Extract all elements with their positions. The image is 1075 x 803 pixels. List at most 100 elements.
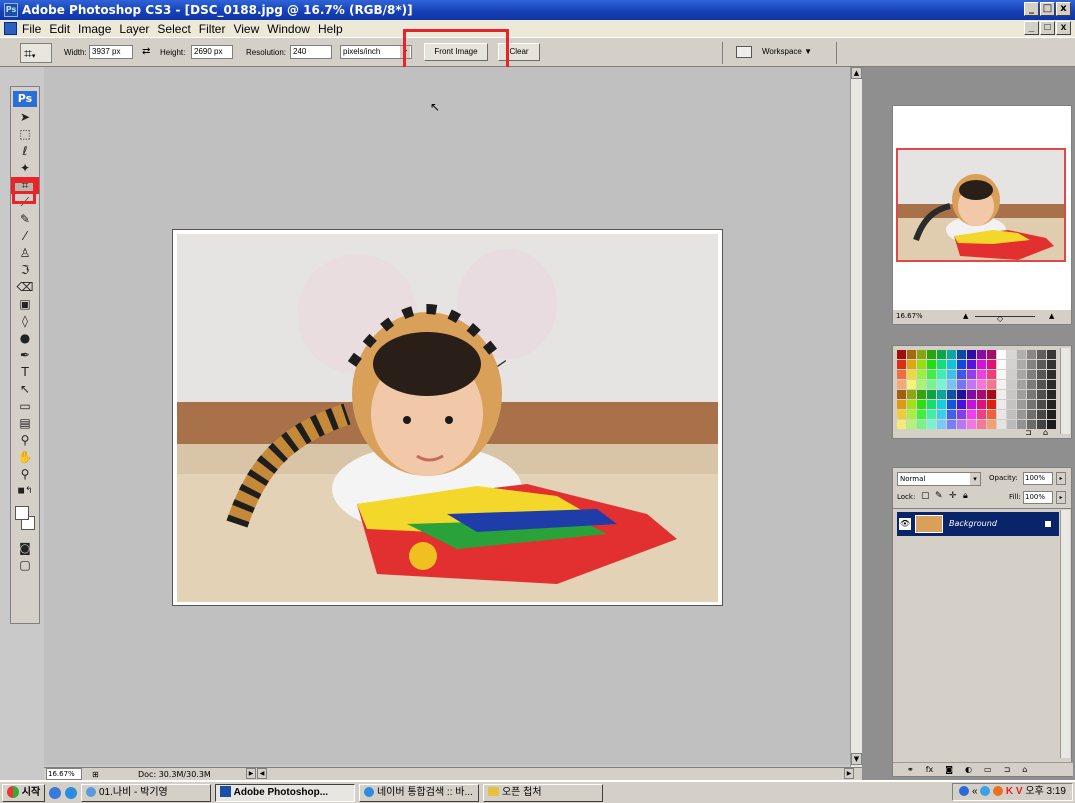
color-swatch[interactable] xyxy=(917,360,926,369)
document-canvas[interactable] xyxy=(172,229,723,606)
color-swatch[interactable] xyxy=(1037,390,1046,399)
color-swatch[interactable] xyxy=(1007,390,1016,399)
link-layers-icon[interactable]: ⚭ xyxy=(907,763,914,776)
minimize-button[interactable]: _ xyxy=(1024,2,1039,16)
palette-well-icon[interactable] xyxy=(736,46,752,58)
color-swatch[interactable] xyxy=(1027,380,1036,389)
color-swatch[interactable] xyxy=(1017,380,1026,389)
color-swatch[interactable] xyxy=(897,420,906,429)
color-swatch[interactable] xyxy=(1027,390,1036,399)
color-swatch[interactable] xyxy=(917,390,926,399)
navigator-view-box[interactable] xyxy=(896,148,1066,262)
healing-brush-tool-icon[interactable]: ✎ xyxy=(11,211,39,228)
color-swatch[interactable] xyxy=(1047,380,1056,389)
color-swatch[interactable] xyxy=(897,390,906,399)
workspace-menu[interactable]: Workspace ▼ xyxy=(762,47,812,56)
tray-expand-icon[interactable]: « xyxy=(972,786,978,797)
color-swatch[interactable] xyxy=(927,410,936,419)
color-swatch[interactable] xyxy=(967,350,976,359)
zoom-slider-thumb[interactable]: ◇ xyxy=(997,312,1003,325)
new-layer-icon[interactable]: ⊐ xyxy=(1004,763,1011,776)
color-swatch[interactable] xyxy=(1037,350,1046,359)
color-swatch[interactable] xyxy=(1007,400,1016,409)
color-swatch[interactable] xyxy=(1007,370,1016,379)
color-swatch[interactable] xyxy=(977,420,986,429)
color-swatch[interactable] xyxy=(967,420,976,429)
color-swatch[interactable] xyxy=(927,420,936,429)
resolution-field[interactable]: 240 xyxy=(290,45,332,59)
task-item-folder[interactable]: 오픈 첩처 xyxy=(483,783,604,802)
quicklaunch-ie-icon[interactable] xyxy=(65,786,78,799)
eyedropper-tool-icon[interactable]: ⚲ xyxy=(11,432,39,449)
color-swatch[interactable] xyxy=(997,400,1006,409)
color-swatch[interactable] xyxy=(987,400,996,409)
color-swatch[interactable] xyxy=(917,410,926,419)
layer-style-icon[interactable]: fx xyxy=(926,763,934,776)
color-swatch[interactable] xyxy=(1007,350,1016,359)
status-zoom-field[interactable]: 16.67% xyxy=(46,768,82,780)
move-tool-icon[interactable]: ➤ xyxy=(11,109,39,126)
color-swatch[interactable] xyxy=(1047,400,1056,409)
color-swatch[interactable] xyxy=(1017,350,1026,359)
clone-stamp-tool-icon[interactable]: ♙ xyxy=(11,245,39,262)
color-swatch[interactable] xyxy=(1037,380,1046,389)
color-swatch[interactable] xyxy=(947,380,956,389)
task-item-browser[interactable]: 네이버 통합검색 :: 바... xyxy=(359,783,480,802)
color-swatch[interactable] xyxy=(1037,370,1046,379)
quick-mask-icon[interactable]: ◙ xyxy=(11,540,39,557)
color-swatch[interactable] xyxy=(967,360,976,369)
lasso-tool-icon[interactable]: ℓ xyxy=(11,143,39,160)
color-swatch[interactable] xyxy=(917,420,926,429)
menu-file[interactable]: File xyxy=(22,22,41,36)
color-swatch[interactable] xyxy=(1007,360,1016,369)
doc-close-button[interactable]: x xyxy=(1056,21,1071,35)
color-swatch[interactable] xyxy=(1037,410,1046,419)
color-swatch[interactable] xyxy=(967,410,976,419)
color-swatch[interactable] xyxy=(907,420,916,429)
color-swatch[interactable] xyxy=(957,410,966,419)
swap-dimensions-icon[interactable]: ⇄ xyxy=(142,46,150,57)
color-swatch[interactable] xyxy=(987,380,996,389)
task-item-music[interactable]: 01.나비 - 박기영 xyxy=(81,783,212,802)
color-swatch[interactable] xyxy=(907,360,916,369)
brush-tool-icon[interactable]: ⁄ xyxy=(11,228,39,245)
resolution-unit-select[interactable]: pixels/inch ▾ xyxy=(340,45,412,59)
new-swatch-icon[interactable]: ⊐ xyxy=(1025,428,1032,437)
color-swatch[interactable] xyxy=(907,400,916,409)
blend-mode-select[interactable]: Normal ▾ xyxy=(897,472,981,486)
close-button[interactable]: x xyxy=(1056,2,1071,16)
color-swatch[interactable] xyxy=(957,370,966,379)
dodge-tool-icon[interactable]: ● xyxy=(11,330,39,347)
height-field[interactable]: 2690 px xyxy=(191,45,233,59)
foreground-color-swatch[interactable] xyxy=(15,506,29,520)
tray-update-icon[interactable] xyxy=(993,786,1004,797)
color-swatch[interactable] xyxy=(977,390,986,399)
menu-edit[interactable]: Edit xyxy=(49,22,70,36)
fill-arrow-icon[interactable]: ▸ xyxy=(1056,491,1066,504)
marquee-tool-icon[interactable]: ⬚ xyxy=(11,126,39,143)
visibility-eye-icon[interactable]: 👁︎ xyxy=(899,518,911,530)
color-swatch[interactable] xyxy=(997,410,1006,419)
color-swatch[interactable] xyxy=(897,360,906,369)
color-swatch[interactable] xyxy=(947,400,956,409)
scroll-left-icon[interactable]: ◀ xyxy=(257,768,267,779)
lock-transparency-icon[interactable]: ▢ xyxy=(921,491,930,501)
color-swatch[interactable] xyxy=(987,350,996,359)
lock-pixels-icon[interactable]: ✎ xyxy=(935,491,943,501)
path-selection-tool-icon[interactable]: ↖ xyxy=(11,381,39,398)
color-swatch[interactable] xyxy=(1007,410,1016,419)
color-swatch[interactable] xyxy=(897,350,906,359)
swatch-grid[interactable] xyxy=(897,350,1056,429)
layers-scrollbar[interactable] xyxy=(1060,510,1070,758)
layer-mask-icon[interactable]: ◙ xyxy=(945,763,953,776)
fill-field[interactable]: 100% xyxy=(1023,491,1053,504)
color-swatch[interactable] xyxy=(1037,360,1046,369)
color-swatch[interactable] xyxy=(997,380,1006,389)
color-swatch[interactable] xyxy=(1017,370,1026,379)
color-swatch[interactable] xyxy=(897,380,906,389)
scroll-down-icon[interactable]: ▼ xyxy=(851,753,862,765)
color-swatch[interactable] xyxy=(947,420,956,429)
color-swatch[interactable] xyxy=(967,380,976,389)
color-swatch[interactable] xyxy=(937,380,946,389)
color-swatch[interactable] xyxy=(957,400,966,409)
